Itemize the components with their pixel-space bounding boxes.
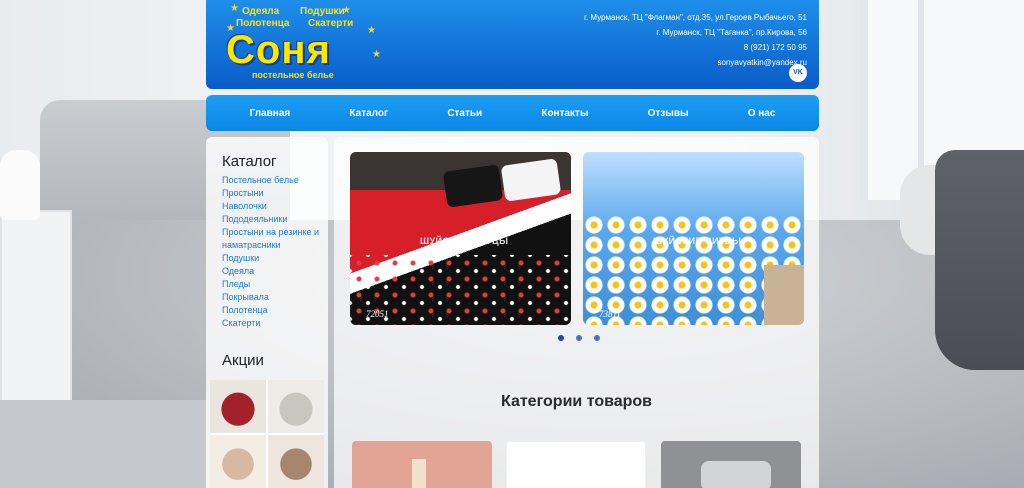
- category-link[interactable]: Подушки: [222, 252, 328, 265]
- header-contacts: г. Мурманск, ТЦ "Флагман", отд.35, ул.Ге…: [584, 10, 807, 70]
- category-card[interactable]: [352, 441, 492, 488]
- address-1: г. Мурманск, ТЦ "Флагман", отд.35, ул.Ге…: [584, 13, 807, 22]
- category-link[interactable]: Наволочки: [222, 200, 328, 213]
- carousel-dot[interactable]: [558, 335, 564, 341]
- nav-item-contacts[interactable]: Контакты: [541, 108, 588, 119]
- category-link[interactable]: Постельное белье: [222, 174, 328, 187]
- category-link[interactable]: Простыни на резинке и наматрасники: [222, 226, 322, 252]
- carousel-dots: [558, 335, 600, 341]
- carousel-dot[interactable]: [576, 335, 582, 341]
- site-header: ★ ★ ★ ★ ★ Одеяла Подушки Полотенца Скате…: [206, 0, 819, 89]
- pillow-image: [500, 158, 562, 202]
- categories-heading: Категории товаров: [500, 393, 652, 410]
- nav-item-catalog[interactable]: Каталог: [349, 108, 388, 119]
- phone-number[interactable]: 8 (921) 172 50 95: [584, 40, 807, 55]
- site-logo[interactable]: ★ ★ ★ ★ ★ Одеяла Подушки Полотенца Скате…: [222, 2, 382, 86]
- logo-subtitle: постельное белье: [252, 70, 334, 80]
- category-link[interactable]: Простыни: [222, 187, 328, 200]
- category-link[interactable]: Полотенца: [222, 304, 328, 317]
- promo-photo: [268, 380, 324, 433]
- main-nav: Главная Каталог Статьи Контакты Отзывы О…: [206, 95, 819, 131]
- category-link[interactable]: Пледы: [222, 278, 328, 291]
- star-icon: ★: [230, 3, 239, 14]
- category-link[interactable]: Покрывала: [222, 291, 328, 304]
- nav-item-articles[interactable]: Статьи: [447, 108, 482, 119]
- promo-photo: [268, 435, 324, 488]
- nav-item-about[interactable]: О нас: [748, 108, 776, 119]
- slide-sku: 73811: [599, 309, 621, 319]
- slide-watermark: ШУЙСКИЕ СИТЦЫ: [653, 236, 742, 246]
- bg-blanket: [935, 150, 1024, 370]
- category-link[interactable]: Одеяла: [222, 265, 328, 278]
- logo-tagline: Одеяла: [242, 6, 280, 17]
- carousel-slide[interactable]: ШУЙСКИЕ СИТЦЫ 73811: [583, 152, 804, 325]
- carousel-slide[interactable]: ШУЙСКИЕ СИТЦЫ 72051: [350, 152, 571, 325]
- promo-heading: Акции: [222, 352, 264, 369]
- carousel-dot[interactable]: [594, 335, 600, 341]
- pillow-image: [442, 164, 504, 208]
- logo-brand: Соня: [226, 28, 331, 72]
- promo-photo: [210, 380, 266, 433]
- star-icon: ★: [367, 25, 376, 36]
- bg-nightstand: [0, 210, 72, 410]
- category-card[interactable]: [506, 441, 646, 488]
- category-link[interactable]: Скатерти: [222, 317, 328, 330]
- floor-image: [764, 265, 804, 325]
- main-content: ШУЙСКИЕ СИТЦЫ 72051 ШУЙСКИЕ СИТЦЫ 73811 …: [334, 137, 819, 488]
- promo-image[interactable]: [210, 380, 324, 488]
- category-link[interactable]: Пододеяльники: [222, 213, 328, 226]
- vk-icon[interactable]: VK: [789, 64, 807, 82]
- sidebar: Каталог Постельное белье Простыни Наволо…: [206, 137, 328, 488]
- email-link[interactable]: sonyavyatkin@yandex.ru: [584, 55, 808, 70]
- logo-tagline: Подушки: [300, 6, 345, 17]
- slide-sku: 72051: [366, 309, 389, 319]
- promo-photo: [210, 435, 266, 488]
- address-2: г. Мурманск, ТЦ "Таганка", пр.Кирова, 56: [656, 28, 807, 37]
- star-icon: ★: [372, 49, 381, 60]
- nav-item-home[interactable]: Главная: [250, 108, 291, 119]
- nav-item-reviews[interactable]: Отзывы: [648, 108, 689, 119]
- bg-lamp: [0, 150, 40, 220]
- slide-watermark: ШУЙСКИЕ СИТЦЫ: [420, 236, 509, 246]
- catalog-heading: Каталог: [222, 153, 277, 170]
- category-card[interactable]: [661, 441, 801, 488]
